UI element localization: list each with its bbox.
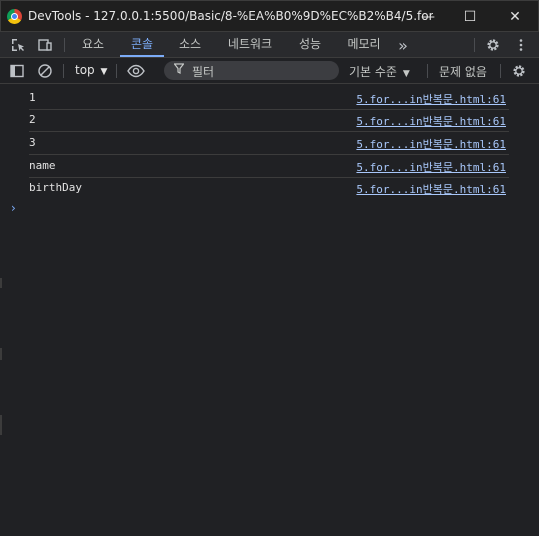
tab-performance[interactable]: 성능 (290, 32, 330, 57)
devtools-main-toolbar: 요소 콘솔 소스 네트워크 성능 메모리 » (0, 32, 539, 58)
device-toolbar-icon[interactable] (36, 36, 54, 54)
more-tabs-icon[interactable]: » (394, 36, 412, 55)
sidebar-toggle-icon[interactable] (8, 62, 26, 80)
filter-input[interactable]: 필터 (164, 61, 339, 80)
log-source-link[interactable]: 5.for...in반복문.html:61 (356, 91, 506, 107)
dropdown-arrow-icon: ▼ (402, 69, 410, 79)
log-text: 2 (29, 113, 36, 126)
tab-network[interactable]: 네트워크 (218, 32, 282, 57)
console-toolbar: top ▼ 필터 기본 수준 ▼ 문제 없음 (0, 58, 539, 84)
tab-console[interactable]: 콘솔 (120, 32, 164, 57)
filter-placeholder: 필터 (192, 65, 215, 79)
console-message: name 5.for...in반복문.html:61 (29, 156, 509, 178)
gear-icon[interactable] (484, 36, 502, 54)
log-source-link[interactable]: 5.for...in반복문.html:61 (356, 159, 506, 175)
toolbar-divider (116, 64, 117, 78)
clear-console-icon[interactable] (36, 62, 54, 80)
log-text: name (29, 159, 56, 172)
log-levels-label: 기본 수준 (349, 65, 397, 79)
edge-mark (0, 278, 2, 288)
toolbar-divider (64, 38, 65, 52)
chrome-logo-icon (7, 9, 22, 24)
issues-counter[interactable]: 문제 없음 (439, 63, 487, 80)
tab-elements[interactable]: 요소 (73, 32, 113, 57)
tab-sources[interactable]: 소스 (170, 32, 210, 57)
inspect-element-icon[interactable] (9, 36, 27, 54)
log-levels-dropdown[interactable]: 기본 수준 ▼ (349, 63, 410, 80)
dropdown-arrow-icon: ▼ (100, 67, 108, 77)
log-source-link[interactable]: 5.for...in반복문.html:61 (356, 136, 506, 152)
tab-memory[interactable]: 메모리 (338, 32, 390, 57)
minimize-button[interactable]: — (408, 1, 448, 33)
context-selector[interactable]: top ▼ (75, 63, 107, 77)
log-text: birthDay (29, 181, 82, 194)
kebab-menu-icon[interactable] (512, 36, 530, 54)
eye-icon[interactable] (127, 62, 145, 80)
console-message: birthDay 5.for...in반복문.html:61 (29, 178, 509, 200)
filter-icon (173, 63, 185, 77)
console-message: 3 5.for...in반복문.html:61 (29, 133, 509, 155)
edge-mark (0, 348, 2, 360)
console-message: 2 5.for...in반복문.html:61 (29, 110, 509, 132)
log-text: 1 (29, 91, 36, 104)
log-source-link[interactable]: 5.for...in반복문.html:61 (356, 113, 506, 129)
context-label: top (75, 63, 95, 77)
edge-mark (0, 415, 2, 435)
toolbar-divider (427, 64, 428, 78)
toolbar-divider (63, 64, 64, 78)
toolbar-divider (500, 64, 501, 78)
console-settings-gear-icon[interactable] (510, 62, 528, 80)
log-text: 3 (29, 136, 36, 149)
toolbar-divider (474, 38, 475, 52)
close-button[interactable]: ✕ (495, 1, 535, 33)
console-prompt[interactable]: › (11, 201, 16, 215)
console-message: 1 5.for...in반복문.html:61 (29, 88, 509, 110)
window-titlebar: DevTools - 127.0.0.1:5500/Basic/8-%EA%B0… (0, 0, 539, 32)
maximize-button[interactable]: ☐ (450, 1, 490, 33)
log-source-link[interactable]: 5.for...in반복문.html:61 (356, 181, 506, 197)
window-title: DevTools - 127.0.0.1:5500/Basic/8-%EA%B0… (28, 9, 433, 23)
